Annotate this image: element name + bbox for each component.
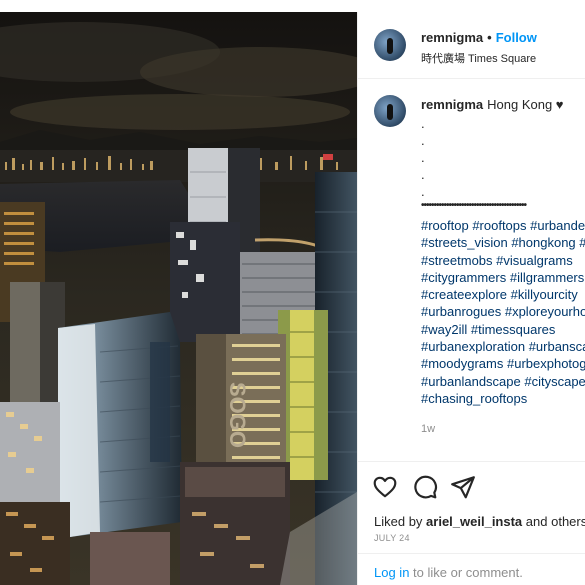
separator-dot: • <box>487 30 492 45</box>
avatar[interactable] <box>374 29 406 61</box>
hashtag-line[interactable]: #urbanrogues #xploreyourhood <box>421 303 585 320</box>
post-date: JULY 24 <box>374 533 410 543</box>
hashtag-line[interactable]: #chasing_rooftops <box>421 390 585 407</box>
city-night-image: SOGO <box>0 12 357 585</box>
post-side-panel: remnigma • Follow 時代廣場 Times Square remnig… <box>357 12 585 585</box>
hashtag-line[interactable]: #rooftop #rooftops #urbandecay <box>421 217 585 234</box>
divider-dots: ••••••••••••••••••••••••••••••••••••••••… <box>421 200 527 211</box>
paper-plane-icon[interactable] <box>450 474 476 500</box>
login-footer: Log in to like or comment. <box>358 553 585 585</box>
username-link[interactable]: remnigma <box>421 30 483 45</box>
login-suffix: to like or comment. <box>413 565 523 580</box>
heart-icon[interactable] <box>372 474 398 500</box>
follow-button[interactable]: Follow <box>496 30 537 45</box>
caption-area: remnigma Hong Kong ♥ . . . . . ••••••••••… <box>358 79 585 459</box>
caption-dots: . . . . . <box>421 115 425 200</box>
login-prompt: Log in to like or comment. <box>374 565 523 580</box>
hashtag-line[interactable]: #urbanexploration #urbanscape <box>421 338 585 355</box>
hashtag-line[interactable]: #streets_vision #hongkong #rooftopping <box>421 234 585 251</box>
post-header: remnigma • Follow 時代廣場 Times Square <box>358 12 585 79</box>
top-strip <box>0 0 585 12</box>
hashtag-list: #rooftop #rooftops #urbandecay #streets_… <box>421 217 585 407</box>
caption-dot: . <box>421 184 425 199</box>
caption-timestamp[interactable]: 1w <box>421 423 435 435</box>
caption-dot: . <box>421 116 425 131</box>
caption-dot: . <box>421 167 425 182</box>
action-bar <box>358 461 585 512</box>
header-user-line: remnigma • Follow <box>421 30 537 45</box>
post-photo[interactable]: SOGO <box>0 12 357 585</box>
liked-by-prefix: Liked by <box>374 514 423 529</box>
liked-by-user-link[interactable]: ariel_weil_insta <box>426 514 522 529</box>
caption-first-line: remnigma Hong Kong ♥ <box>421 97 564 112</box>
login-link[interactable]: Log in <box>374 565 409 580</box>
caption-dot: . <box>421 150 425 165</box>
comment-icon[interactable] <box>412 474 438 500</box>
likes-line: Liked by ariel_weil_insta and others <box>374 514 585 529</box>
caption-dot: . <box>421 133 425 148</box>
hashtag-line[interactable]: #urbanlandscape #cityscape <box>421 373 585 390</box>
caption-text: Hong Kong ♥ <box>487 97 564 112</box>
liked-by-suffix[interactable]: and others <box>526 514 585 529</box>
caption-username[interactable]: remnigma <box>421 97 483 112</box>
svg-text:SOGO: SOGO <box>225 382 250 448</box>
caption-avatar[interactable] <box>374 95 406 127</box>
hashtag-line[interactable]: #way2ill #timessquares <box>421 321 585 338</box>
hashtag-line[interactable]: #moodygrams #urbexphotography <box>421 355 585 372</box>
location-link[interactable]: 時代廣場 Times Square <box>421 50 536 66</box>
hashtag-line[interactable]: #citygrammers #illgrammers <box>421 269 585 286</box>
hashtag-line[interactable]: #streetmobs #visualgrams <box>421 252 585 269</box>
hashtag-line[interactable]: #createexplore #killyourcity <box>421 286 585 303</box>
